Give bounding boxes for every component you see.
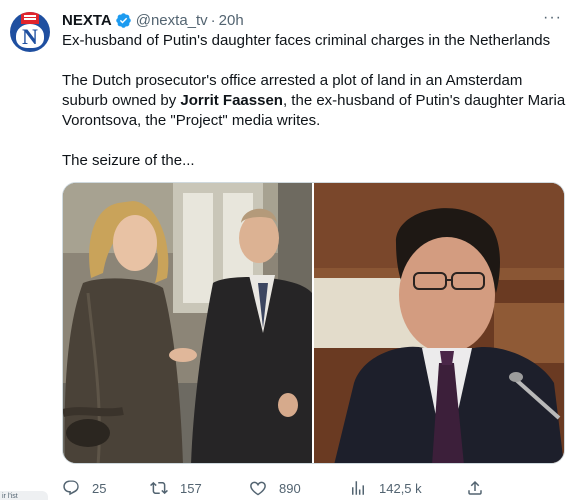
reply-icon <box>63 480 79 496</box>
media-grid <box>62 182 565 464</box>
post-header: NEXTA @nexta_tv · 20h <box>62 10 244 30</box>
share-button[interactable] <box>466 479 496 497</box>
photo-right[interactable] <box>314 183 564 463</box>
separator-dot: · <box>210 11 216 29</box>
post-text: Ex-husband of Putin's daughter faces cri… <box>62 31 567 171</box>
repost-icon <box>150 481 168 495</box>
share-icon <box>468 480 482 495</box>
mentioned-person: Jorrit Faassen <box>180 92 283 109</box>
photo-left-image <box>63 183 312 463</box>
reply-count: 25 <box>92 480 107 496</box>
views-icon <box>352 481 364 495</box>
corner-tag: ir l'ist <box>0 491 48 500</box>
more-icon[interactable]: ··· <box>543 9 562 27</box>
verified-badge-icon <box>115 12 132 29</box>
post-paragraph: The Dutch prosecutor's office arrested a… <box>62 71 567 131</box>
views-button[interactable]: 142,5 k <box>349 479 422 497</box>
post-time[interactable]: 20h <box>219 12 244 29</box>
author-handle[interactable]: @nexta_tv <box>136 12 208 29</box>
like-count: 890 <box>279 480 301 496</box>
flag-mark <box>21 12 39 24</box>
photo-left[interactable] <box>63 183 312 463</box>
post-headline: Ex-husband of Putin's daughter faces cri… <box>62 32 551 49</box>
views-count: 142,5 k <box>379 480 422 496</box>
repost-button[interactable]: 157 <box>150 479 202 497</box>
avatar-letter: N <box>22 24 38 49</box>
reply-button[interactable]: 25 <box>62 479 106 497</box>
avatar[interactable]: N <box>10 12 50 52</box>
author-name[interactable]: NEXTA <box>62 12 112 29</box>
action-bar: 25 157 890 142,5 k <box>62 478 492 498</box>
like-icon <box>250 481 266 496</box>
post-truncated-text[interactable]: The seizure of the... <box>62 151 567 171</box>
like-button[interactable]: 890 <box>249 479 301 497</box>
photo-right-image <box>314 183 564 463</box>
repost-count: 157 <box>180 480 202 496</box>
